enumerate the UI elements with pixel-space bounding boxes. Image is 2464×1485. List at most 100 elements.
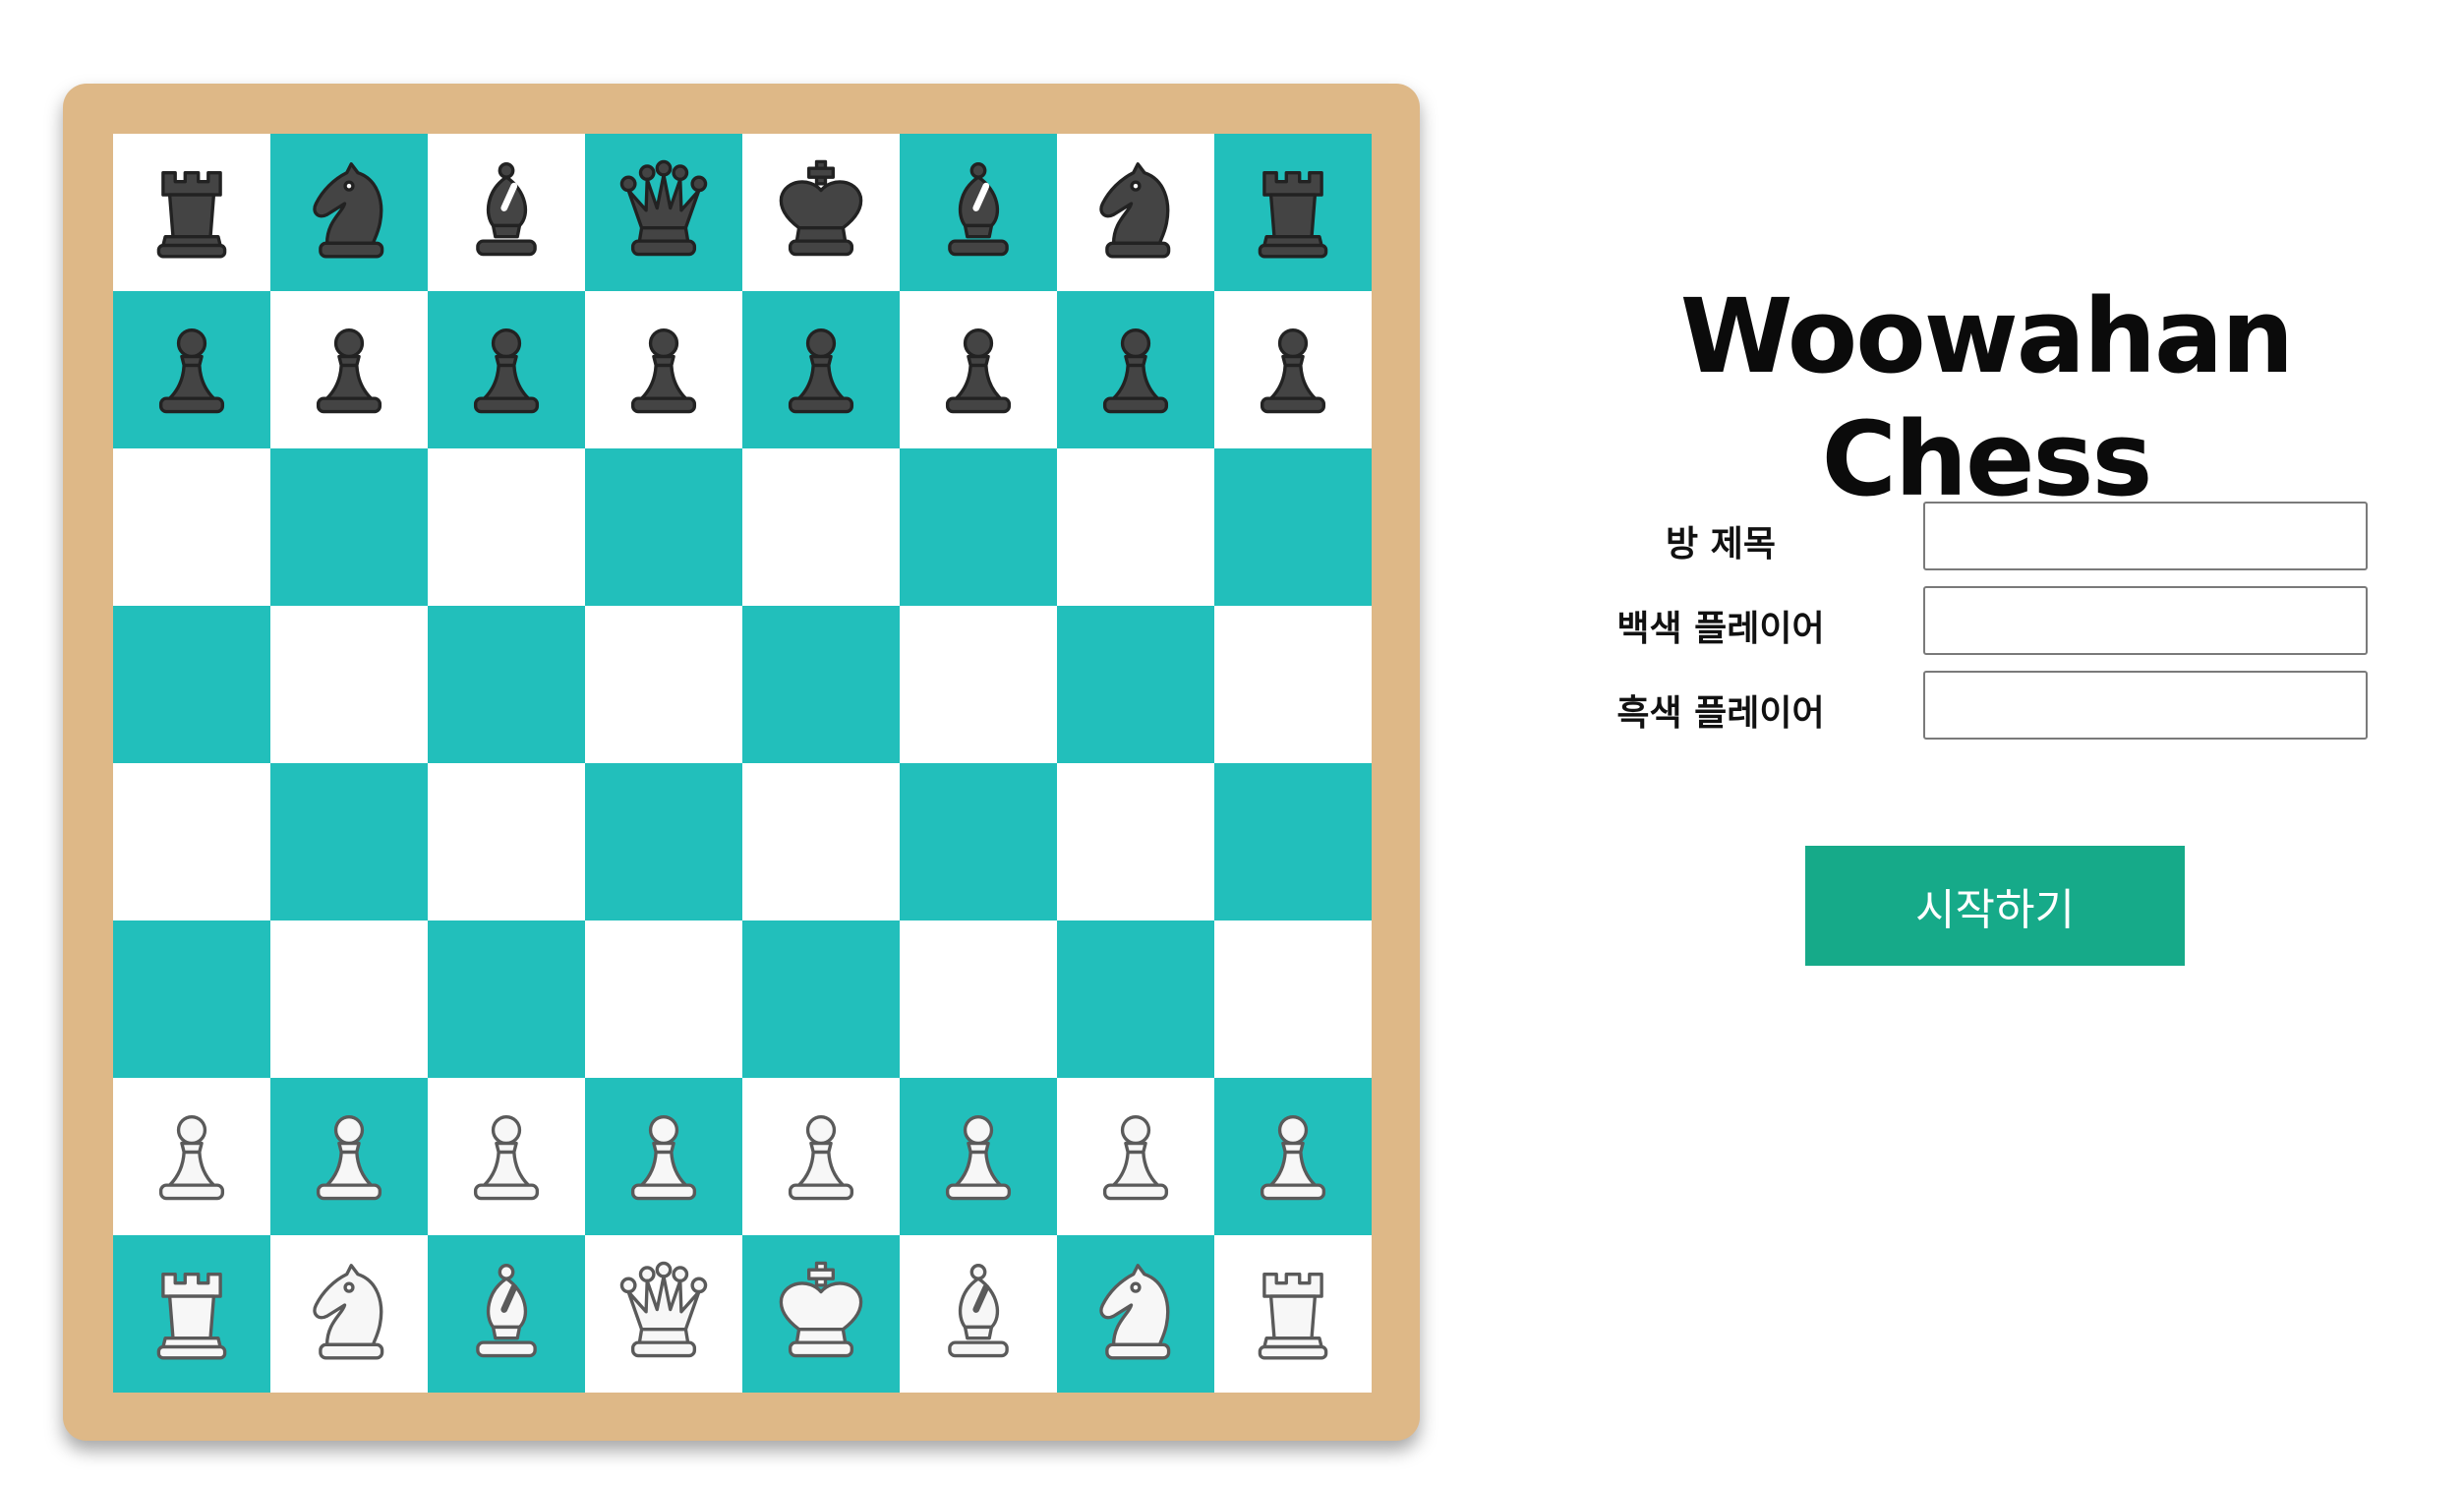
black-pawn-icon[interactable] <box>1238 315 1348 425</box>
white-king-icon[interactable] <box>766 1259 876 1369</box>
square-b4[interactable] <box>270 763 428 921</box>
square-e1[interactable] <box>742 1235 900 1393</box>
square-d8[interactable] <box>585 134 742 291</box>
square-e7[interactable] <box>742 291 900 448</box>
square-g4[interactable] <box>1057 763 1214 921</box>
square-a5[interactable] <box>113 606 270 763</box>
white-player-input[interactable] <box>1923 586 2368 655</box>
black-pawn-icon[interactable] <box>137 315 247 425</box>
white-pawn-icon[interactable] <box>609 1101 719 1212</box>
square-d7[interactable] <box>585 291 742 448</box>
start-button[interactable]: 시작하기 <box>1805 846 2185 966</box>
square-b8[interactable] <box>270 134 428 291</box>
white-rook-icon[interactable] <box>1238 1259 1348 1369</box>
square-f4[interactable] <box>900 763 1057 921</box>
square-b6[interactable] <box>270 448 428 606</box>
square-c6[interactable] <box>428 448 585 606</box>
square-h4[interactable] <box>1214 763 1372 921</box>
square-d6[interactable] <box>585 448 742 606</box>
square-c8[interactable] <box>428 134 585 291</box>
square-g3[interactable] <box>1057 921 1214 1078</box>
black-rook-icon[interactable] <box>1238 157 1348 267</box>
square-e5[interactable] <box>742 606 900 763</box>
black-player-input[interactable] <box>1923 671 2368 740</box>
black-pawn-icon[interactable] <box>609 315 719 425</box>
square-b1[interactable] <box>270 1235 428 1393</box>
square-c2[interactable] <box>428 1078 585 1235</box>
square-f1[interactable] <box>900 1235 1057 1393</box>
chess-board[interactable] <box>113 134 1372 1393</box>
square-b7[interactable] <box>270 291 428 448</box>
square-h3[interactable] <box>1214 921 1372 1078</box>
black-pawn-icon[interactable] <box>451 315 561 425</box>
black-king-icon[interactable] <box>766 157 876 267</box>
black-queen-icon[interactable] <box>609 157 719 267</box>
black-pawn-icon[interactable] <box>294 315 404 425</box>
square-h1[interactable] <box>1214 1235 1372 1393</box>
square-c7[interactable] <box>428 291 585 448</box>
room-title-input[interactable] <box>1923 502 2368 570</box>
square-e4[interactable] <box>742 763 900 921</box>
square-a6[interactable] <box>113 448 270 606</box>
square-f5[interactable] <box>900 606 1057 763</box>
square-d2[interactable] <box>585 1078 742 1235</box>
white-pawn-icon[interactable] <box>1238 1101 1348 1212</box>
square-e2[interactable] <box>742 1078 900 1235</box>
black-knight-icon[interactable] <box>1081 157 1191 267</box>
square-c1[interactable] <box>428 1235 585 1393</box>
white-pawn-icon[interactable] <box>923 1101 1033 1212</box>
black-knight-icon[interactable] <box>294 157 404 267</box>
square-h5[interactable] <box>1214 606 1372 763</box>
square-h7[interactable] <box>1214 291 1372 448</box>
white-knight-icon[interactable] <box>294 1259 404 1369</box>
square-d3[interactable] <box>585 921 742 1078</box>
square-a1[interactable] <box>113 1235 270 1393</box>
square-a2[interactable] <box>113 1078 270 1235</box>
square-d1[interactable] <box>585 1235 742 1393</box>
square-a4[interactable] <box>113 763 270 921</box>
black-bishop-icon[interactable] <box>451 157 561 267</box>
white-pawn-icon[interactable] <box>451 1101 561 1212</box>
square-c3[interactable] <box>428 921 585 1078</box>
black-bishop-icon[interactable] <box>923 157 1033 267</box>
black-pawn-icon[interactable] <box>1081 315 1191 425</box>
square-h8[interactable] <box>1214 134 1372 291</box>
square-g5[interactable] <box>1057 606 1214 763</box>
square-f8[interactable] <box>900 134 1057 291</box>
white-pawn-icon[interactable] <box>766 1101 876 1212</box>
white-rook-icon[interactable] <box>137 1259 247 1369</box>
square-g6[interactable] <box>1057 448 1214 606</box>
square-g7[interactable] <box>1057 291 1214 448</box>
square-e6[interactable] <box>742 448 900 606</box>
square-d4[interactable] <box>585 763 742 921</box>
square-d5[interactable] <box>585 606 742 763</box>
square-c5[interactable] <box>428 606 585 763</box>
square-a8[interactable] <box>113 134 270 291</box>
square-e3[interactable] <box>742 921 900 1078</box>
black-pawn-icon[interactable] <box>923 315 1033 425</box>
square-f3[interactable] <box>900 921 1057 1078</box>
square-a7[interactable] <box>113 291 270 448</box>
white-pawn-icon[interactable] <box>1081 1101 1191 1212</box>
black-rook-icon[interactable] <box>137 157 247 267</box>
square-e8[interactable] <box>742 134 900 291</box>
white-bishop-icon[interactable] <box>923 1259 1033 1369</box>
white-pawn-icon[interactable] <box>294 1101 404 1212</box>
square-c4[interactable] <box>428 763 585 921</box>
square-b2[interactable] <box>270 1078 428 1235</box>
square-a3[interactable] <box>113 921 270 1078</box>
square-f2[interactable] <box>900 1078 1057 1235</box>
square-b5[interactable] <box>270 606 428 763</box>
square-f7[interactable] <box>900 291 1057 448</box>
square-g1[interactable] <box>1057 1235 1214 1393</box>
white-pawn-icon[interactable] <box>137 1101 247 1212</box>
square-f6[interactable] <box>900 448 1057 606</box>
square-h2[interactable] <box>1214 1078 1372 1235</box>
white-bishop-icon[interactable] <box>451 1259 561 1369</box>
white-queen-icon[interactable] <box>609 1259 719 1369</box>
square-b3[interactable] <box>270 921 428 1078</box>
square-h6[interactable] <box>1214 448 1372 606</box>
square-g8[interactable] <box>1057 134 1214 291</box>
white-knight-icon[interactable] <box>1081 1259 1191 1369</box>
square-g2[interactable] <box>1057 1078 1214 1235</box>
